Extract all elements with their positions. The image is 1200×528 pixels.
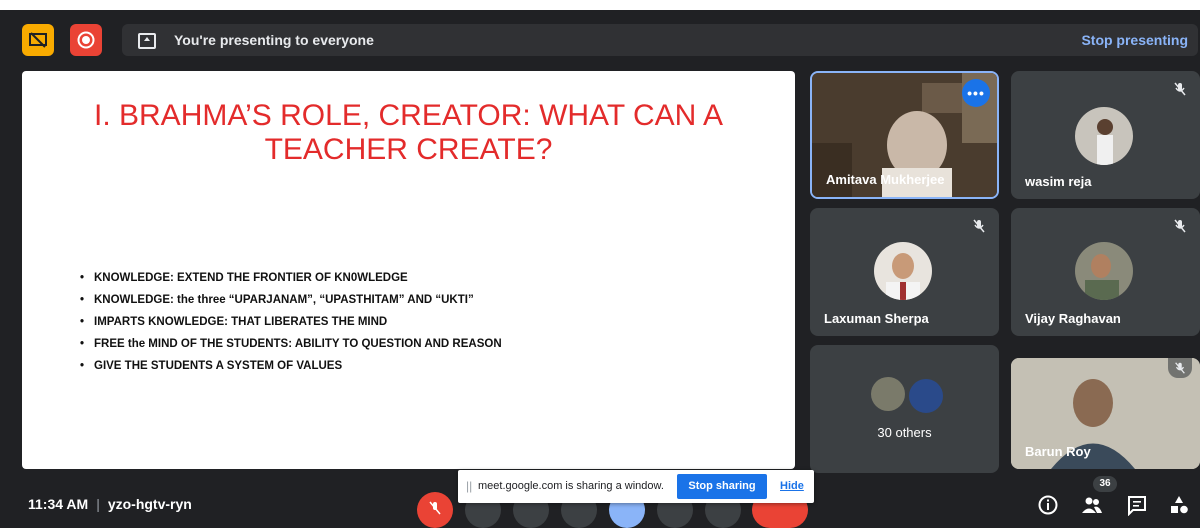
mute-indicator [1168, 358, 1192, 378]
hide-link[interactable]: Hide [780, 480, 804, 492]
record-icon [77, 31, 95, 49]
present-screen-icon [138, 33, 156, 49]
mic-off-icon [1174, 219, 1186, 233]
meeting-info: 11:34 AM | yzo-hgtv-ryn [28, 496, 192, 512]
slide-title: I. BRAHMA’S ROLE, CREATOR: WHAT CAN A TE… [94, 99, 723, 166]
presentation-slide: I. BRAHMA’S ROLE, CREATOR: WHAT CAN A TE… [22, 71, 795, 469]
sharing-message: meet.google.com is sharing a window. [478, 480, 664, 492]
participant-tile-laxuman[interactable]: Laxuman Sherpa [810, 208, 999, 336]
slide-bullet: KNOWLEDGE: the three “UPARJANAM”, “UPAST… [80, 289, 502, 311]
record-button[interactable] [70, 24, 102, 56]
mic-off-icon [973, 219, 985, 233]
stop-sharing-button[interactable]: Stop sharing [677, 474, 767, 499]
present-off-icon [29, 32, 47, 48]
participant-tile-amitava[interactable]: ••• Amitava Mukherjee [810, 71, 999, 199]
presenting-banner: You're presenting to everyone Stop prese… [122, 24, 1198, 56]
participant-tile-wasim[interactable]: wasim reja [1011, 71, 1200, 199]
separator: | [96, 496, 100, 512]
slide-bullet: KNOWLEDGE: EXTEND THE FRONTIER OF KN0WLE… [80, 267, 502, 289]
meeting-code: yzo-hgtv-ryn [107, 496, 192, 512]
avatar [874, 242, 932, 300]
clock-time: 11:34 AM [28, 496, 89, 512]
chat-icon[interactable] [1126, 494, 1148, 516]
window-top-strip [0, 0, 1200, 10]
avatar-photo [1085, 254, 1119, 300]
others-count-label: 30 others [877, 425, 932, 440]
participant-name: Laxuman Sherpa [824, 311, 929, 326]
mic-off-icon [1174, 82, 1186, 96]
drag-handle[interactable]: || [466, 479, 472, 493]
participant-tile-vijay[interactable]: Vijay Raghavan [1011, 208, 1200, 336]
participant-name: Barun Roy [1025, 444, 1091, 459]
slide-bullet-list: KNOWLEDGE: EXTEND THE FRONTIER OF KN0WLE… [80, 267, 502, 377]
slide-bullet: IMPARTS KNOWLEDGE: THAT LIBERATES THE MI… [80, 311, 502, 333]
sharing-notification: || meet.google.com is sharing a window. … [458, 470, 814, 503]
activities-icon[interactable] [1168, 494, 1190, 516]
people-icon[interactable] [1081, 494, 1103, 516]
avatar [1075, 107, 1133, 165]
participant-name: Vijay Raghavan [1025, 311, 1121, 326]
avatar [907, 377, 945, 415]
presentation-top-bar: You're presenting to everyone Stop prese… [12, 21, 1198, 59]
avatar [1075, 242, 1133, 300]
slide-bullet: FREE the MIND OF THE STUDENTS: ABILITY T… [80, 333, 502, 355]
mic-off-icon [429, 501, 441, 515]
avatar-photo [1097, 119, 1113, 165]
participant-name: Amitava Mukherjee [826, 172, 945, 187]
presenting-status-text: You're presenting to everyone [174, 32, 374, 48]
screen-off-button[interactable] [22, 24, 54, 56]
info-icon[interactable] [1037, 494, 1059, 516]
avatar [871, 377, 905, 411]
participant-options-button[interactable]: ••• [962, 79, 990, 107]
participant-name: wasim reja [1025, 174, 1092, 189]
avatar-photo [886, 253, 920, 300]
slide-bullet: GIVE THE STUDENTS A SYSTEM OF VALUES [80, 355, 502, 377]
participant-tile-barun[interactable]: Barun Roy [1011, 358, 1200, 469]
participant-tile-others[interactable]: 30 others [810, 345, 999, 473]
mic-off-icon [1175, 362, 1185, 374]
stop-presenting-button[interactable]: Stop presenting [1081, 32, 1188, 48]
people-count-badge: 36 [1093, 476, 1117, 492]
